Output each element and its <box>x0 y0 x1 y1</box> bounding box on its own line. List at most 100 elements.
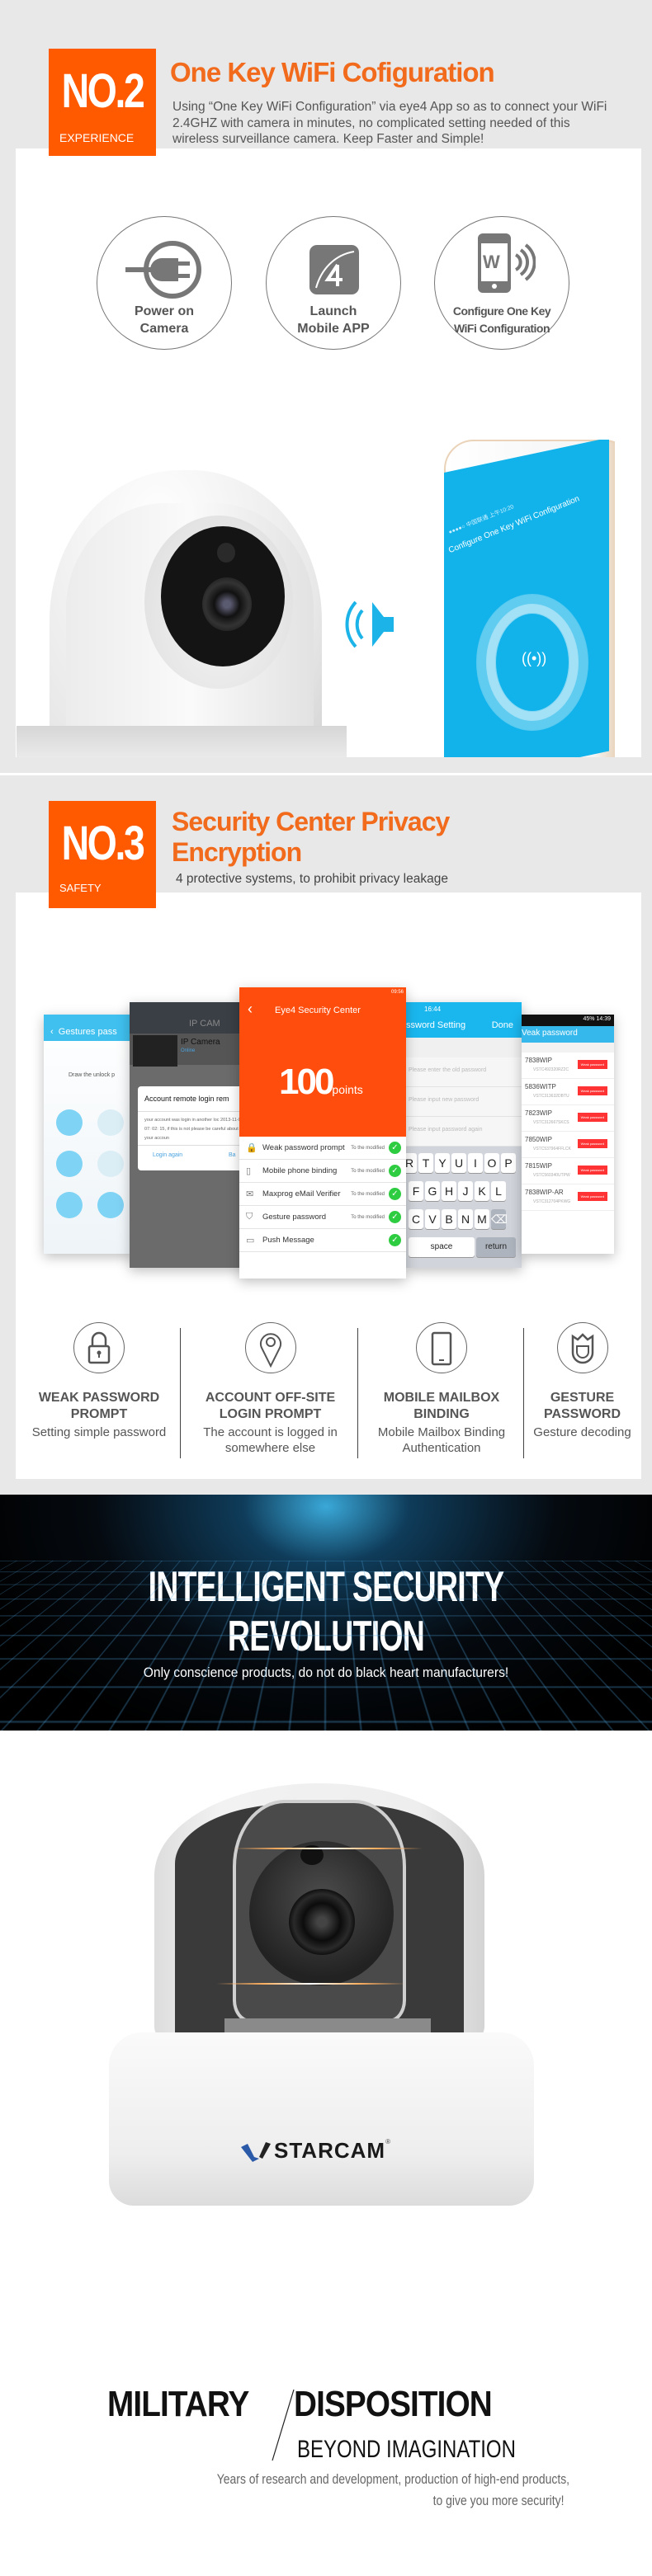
security-item[interactable]: ▯ Mobile phone binding To the modified ✓ <box>239 1160 406 1183</box>
key[interactable]: N <box>458 1209 473 1229</box>
remote-login-dialog: Account remote login rem your account wa… <box>138 1086 245 1170</box>
security-item[interactable]: 🔒 Weak password prompt To the modified ✓ <box>239 1137 406 1160</box>
weak-device-row[interactable]: 7850WIP VSTC537964FFLCK Weak password <box>522 1132 614 1158</box>
weak-password-tag[interactable]: Weak password <box>577 1139 607 1148</box>
weak-password-tag[interactable]: Weak password <box>577 1192 607 1201</box>
weak-password-tag[interactable]: Weak password <box>577 1113 607 1122</box>
section-badge-no2: NO.2 EXPERIENCE <box>49 49 156 156</box>
title-line1: Security Center Privacy <box>172 807 450 836</box>
dialog-title: Account remote login rem <box>138 1086 245 1112</box>
key[interactable]: I <box>468 1153 483 1173</box>
check-icon: ✓ <box>389 1211 401 1223</box>
weak-device-row[interactable]: 7815WIP VSTC560340UTPW Weak password <box>522 1158 614 1184</box>
done-button[interactable]: Done <box>492 1020 513 1030</box>
camera-name: IP Camera <box>181 1038 220 1047</box>
key[interactable]: F <box>409 1181 423 1201</box>
section-subtitle: 4 protective systems, to prohibit privac… <box>176 872 448 886</box>
weak-device-row[interactable]: 7838WIP VSTC492320RZ2C Weak password <box>522 1053 614 1079</box>
section-badge-no3: NO.3 SAFETY <box>49 801 156 908</box>
step-label-line1: Launch <box>309 304 357 318</box>
backspace-key[interactable]: ⌫ <box>491 1209 508 1229</box>
banner-title-line2: REVOLUTION <box>227 1613 425 1660</box>
feature-desc: Gesture decoding <box>533 1425 631 1439</box>
key[interactable]: T <box>418 1153 433 1173</box>
weak-password-screen: 45% 14:39 Veak password 7838WIP VSTC49232… <box>522 1015 614 1254</box>
key[interactable]: U <box>451 1153 466 1173</box>
banner-subtitle: Only conscience products, do not do blac… <box>143 1665 509 1680</box>
security-item[interactable]: ✉ Maxprog eMail Verifier To the modified ✓ <box>239 1183 406 1206</box>
back-arrow-icon[interactable]: ‹ <box>248 1001 253 1018</box>
gesture-dot[interactable] <box>56 1192 83 1218</box>
ipcam-header: IP CAM <box>130 1002 245 1034</box>
camera-image <box>17 454 347 757</box>
weak-password-tag[interactable]: Weak password <box>577 1166 607 1175</box>
item-state: To the modified <box>351 1214 385 1220</box>
back-button[interactable]: Ba <box>204 1152 236 1158</box>
confirm-password-field[interactable]: Please input password again <box>406 1117 522 1147</box>
gesture-dot[interactable] <box>97 1109 124 1136</box>
banner-title: INTELLIGENT SECURITY REVOLUTION <box>92 1562 561 1661</box>
key[interactable]: C <box>409 1209 423 1229</box>
feature-gesture-password: GESTURE PASSWORD Gesture decoding <box>527 1322 638 1440</box>
weak-password-tag[interactable]: Weak password <box>577 1060 607 1069</box>
key[interactable]: H <box>442 1181 456 1201</box>
gesture-title: Gestures pass <box>58 1027 117 1037</box>
military-subtitle: BEYOND IMAGINATION <box>297 2436 516 2463</box>
starcam-logo-mark <box>241 2141 271 2162</box>
item-label: Gesture password <box>262 1213 327 1222</box>
new-password-field[interactable]: Please input new password <box>406 1087 522 1117</box>
mobile-phone-icon <box>416 1322 467 1373</box>
key[interactable]: V <box>425 1209 440 1229</box>
key[interactable]: L <box>491 1181 506 1201</box>
feature-desc-line2: Authentication <box>402 1441 481 1455</box>
security-item[interactable]: ⛉ Gesture password To the modified ✓ <box>239 1206 406 1229</box>
badge-label: SAFETY <box>59 882 102 894</box>
screen-title: Veak password <box>522 1026 614 1043</box>
item-state: To the modified <box>351 1168 385 1174</box>
space-key[interactable]: space <box>409 1237 475 1257</box>
step-configure-wifi: W Configure One Key WiFi Configuration <box>434 216 569 350</box>
badge-number: NO.3 <box>61 817 145 870</box>
step-label-line2: Mobile APP <box>297 322 370 336</box>
security-center-screen: 09:56 ‹ Eye4 Security Center 100points 🔒… <box>239 987 406 1279</box>
security-center-section: NO.3 SAFETY Security Center Privacy Encr… <box>0 775 652 1495</box>
check-icon: ✓ <box>389 1188 401 1200</box>
gesture-dot[interactable] <box>97 1151 124 1177</box>
key[interactable]: B <box>442 1209 456 1229</box>
return-key[interactable]: return <box>476 1237 516 1257</box>
item-label: Mobile phone binding <box>262 1166 338 1175</box>
key[interactable]: K <box>475 1181 489 1201</box>
key[interactable]: Y <box>435 1153 450 1173</box>
weak-device-row[interactable]: 7823WIP VSTC312667SKCS Weak password <box>522 1105 614 1132</box>
gesture-dot[interactable] <box>56 1109 83 1136</box>
gesture-dot[interactable] <box>56 1151 83 1177</box>
broadcast-icon: ((•)) <box>522 650 547 666</box>
feature-mailbox-binding: MOBILE MAILBOX BINDING Mobile Mailbox Bi… <box>363 1322 520 1456</box>
key[interactable]: O <box>484 1153 499 1173</box>
weak-device-row[interactable]: 7838WIP-AR VSTC312704PKWG Weak password <box>522 1184 614 1211</box>
step-launch-app: Launch Mobile APP <box>266 216 401 350</box>
feature-title-line2: PASSWORD <box>543 1407 621 1421</box>
check-icon: ✓ <box>389 1165 401 1177</box>
login-again-button[interactable]: Login again <box>138 1152 204 1158</box>
weak-device-row[interactable]: 5836WITP VSTC313632DBTU Weak password <box>522 1079 614 1105</box>
key[interactable]: R <box>406 1153 417 1173</box>
feature-title-line1: GESTURE <box>550 1391 615 1405</box>
camera-status: Online <box>181 1048 196 1053</box>
step-label-line1: Configure One Key <box>452 304 551 318</box>
feature-desc: Setting simple password <box>31 1425 167 1439</box>
old-password-field[interactable]: Please enter the old password <box>406 1057 522 1087</box>
key[interactable]: P <box>501 1153 516 1173</box>
step-label-line1: Power on <box>134 304 194 318</box>
key[interactable]: G <box>425 1181 440 1201</box>
mail-icon: ✉ <box>246 1189 254 1199</box>
key[interactable]: J <box>458 1181 473 1201</box>
weak-password-tag[interactable]: Weak password <box>577 1086 607 1095</box>
key[interactable]: M <box>475 1209 489 1229</box>
item-label: Push Message <box>262 1236 314 1245</box>
screen-title: Eye4 Security Center <box>275 1005 361 1015</box>
security-item[interactable]: ▭ Push Message ✓ <box>239 1229 406 1252</box>
gesture-dot[interactable] <box>97 1192 124 1218</box>
gesture-screen: ‹ Gestures pass Draw the unlock p <box>44 1015 135 1254</box>
padlock-icon <box>73 1322 125 1373</box>
